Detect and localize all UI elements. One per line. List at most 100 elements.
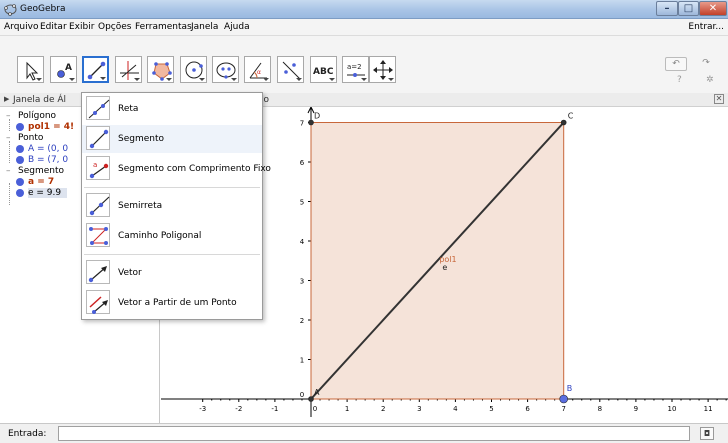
input-label: Entrada: bbox=[8, 429, 47, 439]
x-tick-label: 1 bbox=[345, 405, 349, 413]
menu-item-vetor[interactable]: Vetor bbox=[82, 259, 262, 287]
visibility-dot-icon[interactable] bbox=[16, 189, 24, 197]
algebra-item-e[interactable]: e = 9.9 bbox=[16, 188, 68, 198]
segment-tool[interactable] bbox=[82, 56, 109, 83]
menu-item-caminho-poligonal[interactable]: Caminho Poligonal bbox=[82, 222, 262, 250]
point-d-label: D bbox=[314, 112, 320, 121]
fixed-segment-icon: a bbox=[89, 161, 109, 179]
menu-editar[interactable]: Editar bbox=[40, 22, 67, 32]
svg-text:a=2: a=2 bbox=[347, 63, 362, 71]
x-tick-label: -3 bbox=[199, 405, 206, 413]
menu-ajuda[interactable]: Ajuda bbox=[224, 22, 250, 32]
ellipse-tool[interactable] bbox=[212, 56, 239, 83]
menu-opcoes[interactable]: Opções bbox=[98, 22, 131, 32]
help-icon[interactable]: ? bbox=[677, 75, 682, 85]
polygon-tool[interactable] bbox=[147, 56, 174, 83]
x-tick-label: 2 bbox=[381, 405, 385, 413]
menu-item-segmento-fixo[interactable]: a Segmento com Comprimento Fixo bbox=[82, 155, 271, 183]
point-b[interactable] bbox=[559, 394, 569, 404]
reflect-tool[interactable] bbox=[277, 56, 304, 83]
minimize-button[interactable]: – bbox=[656, 1, 678, 16]
input-bar: Entrada: ◘ bbox=[0, 423, 728, 443]
x-tick-label: 5 bbox=[489, 405, 493, 413]
settings-gear-icon[interactable]: ✲ bbox=[706, 75, 714, 85]
point-c-label: C bbox=[568, 112, 574, 121]
svg-text:a: a bbox=[93, 161, 97, 169]
visibility-dot-icon[interactable] bbox=[16, 156, 24, 164]
x-tick-label: -2 bbox=[235, 405, 242, 413]
x-tick-label: 9 bbox=[634, 405, 638, 413]
segment-icon bbox=[89, 129, 109, 149]
menu-exibir[interactable]: Exibir bbox=[69, 22, 94, 32]
maximize-button[interactable]: □ bbox=[678, 1, 699, 16]
vector-icon bbox=[88, 266, 107, 283]
algebra-view-title: Janela de Ál bbox=[13, 95, 67, 105]
x-tick-label: 0 bbox=[313, 405, 317, 413]
algebra-item-b[interactable]: B = (7, 0 bbox=[16, 155, 68, 165]
point-b-label: B bbox=[567, 384, 573, 393]
point-a[interactable] bbox=[308, 396, 314, 402]
y-tick-label: 1 bbox=[300, 357, 304, 365]
perpendicular-tool[interactable] bbox=[115, 56, 142, 83]
menu-janela[interactable]: Janela bbox=[191, 22, 218, 32]
point-a-label: A bbox=[314, 388, 320, 397]
y-tick-label: 3 bbox=[300, 278, 304, 286]
visibility-dot-icon[interactable] bbox=[16, 145, 24, 153]
svg-text:0: 0 bbox=[300, 391, 304, 399]
polyline-icon bbox=[89, 227, 108, 245]
group-name-point: Ponto bbox=[18, 133, 44, 143]
text-tool[interactable]: ABC bbox=[310, 56, 337, 83]
menu-item-reta[interactable]: Reta bbox=[82, 95, 262, 123]
geogebra-window: GeoGebra – □ ✕ Arquivo Editar Exibir Opç… bbox=[0, 0, 728, 443]
x-tick-label: 6 bbox=[525, 405, 530, 413]
input-field[interactable] bbox=[58, 426, 690, 441]
y-tick-label: 5 bbox=[300, 199, 304, 207]
x-tick-label: 3 bbox=[417, 405, 421, 413]
title-bar: GeoGebra – □ ✕ bbox=[0, 0, 728, 19]
window-title: GeoGebra bbox=[20, 4, 66, 14]
collapse-arrow-icon[interactable]: ▶ bbox=[4, 95, 9, 103]
svg-text:A: A bbox=[65, 63, 72, 73]
menu-item-semirreta[interactable]: Semirreta bbox=[82, 192, 262, 220]
menu-item-segmento[interactable]: Segmento bbox=[82, 125, 262, 153]
close-button[interactable]: ✕ bbox=[699, 1, 727, 16]
sign-in-link[interactable]: Entrar... bbox=[688, 22, 724, 32]
segment-label: e bbox=[442, 263, 447, 272]
visibility-dot-icon[interactable] bbox=[16, 178, 24, 186]
algebra-item-a[interactable]: A = (0, 0 bbox=[16, 144, 68, 154]
vector-from-point-icon bbox=[89, 296, 108, 314]
group-name-polygon: Polígono bbox=[18, 111, 57, 121]
menu-item-vetor-ponto[interactable]: Vetor a Partir de um Ponto bbox=[82, 289, 262, 317]
toolbar: A α ABC a=2 ↶ ↷ ? ✲ bbox=[0, 36, 728, 93]
move-tool[interactable] bbox=[17, 56, 44, 83]
svg-text:ABC: ABC bbox=[313, 67, 334, 77]
algebra-item-a-length[interactable]: a = 7 bbox=[16, 177, 54, 187]
point-c[interactable] bbox=[560, 119, 567, 126]
circle-tool[interactable] bbox=[180, 56, 207, 83]
x-tick-label: 8 bbox=[598, 405, 602, 413]
slider-tool[interactable]: a=2 bbox=[342, 56, 369, 83]
y-tick-label: 7 bbox=[300, 120, 304, 128]
point-d[interactable] bbox=[308, 119, 314, 126]
menu-arquivo[interactable]: Arquivo bbox=[4, 22, 38, 32]
redo-button[interactable]: ↷ bbox=[695, 57, 717, 71]
x-tick-label: 7 bbox=[561, 405, 565, 413]
y-tick-label: 6 bbox=[300, 159, 305, 167]
x-tick-label: 4 bbox=[453, 405, 458, 413]
close-view-icon[interactable]: ✕ bbox=[714, 94, 724, 104]
x-tick-label: 10 bbox=[668, 405, 677, 413]
menu-ferramentas[interactable]: Ferramentas bbox=[135, 22, 192, 32]
y-tick-label: 4 bbox=[300, 238, 305, 246]
segment-tools-dropdown: Reta Segmento a Segmento com Comprimento… bbox=[81, 92, 271, 320]
menu-bar: Arquivo Editar Exibir Opções Ferramentas… bbox=[0, 19, 728, 36]
x-tick-label: -1 bbox=[271, 405, 278, 413]
undo-button[interactable]: ↶ bbox=[665, 57, 687, 71]
input-help-icon[interactable]: ◘ bbox=[700, 427, 714, 440]
move-graphics-tool[interactable] bbox=[369, 56, 396, 83]
y-tick-label: 2 bbox=[300, 317, 304, 325]
point-tool[interactable]: A bbox=[50, 56, 77, 83]
algebra-item-pol1[interactable]: pol1 = 4! bbox=[16, 122, 74, 132]
angle-tool[interactable]: α bbox=[244, 56, 271, 83]
ray-icon bbox=[89, 196, 110, 216]
visibility-dot-icon[interactable] bbox=[16, 123, 24, 131]
